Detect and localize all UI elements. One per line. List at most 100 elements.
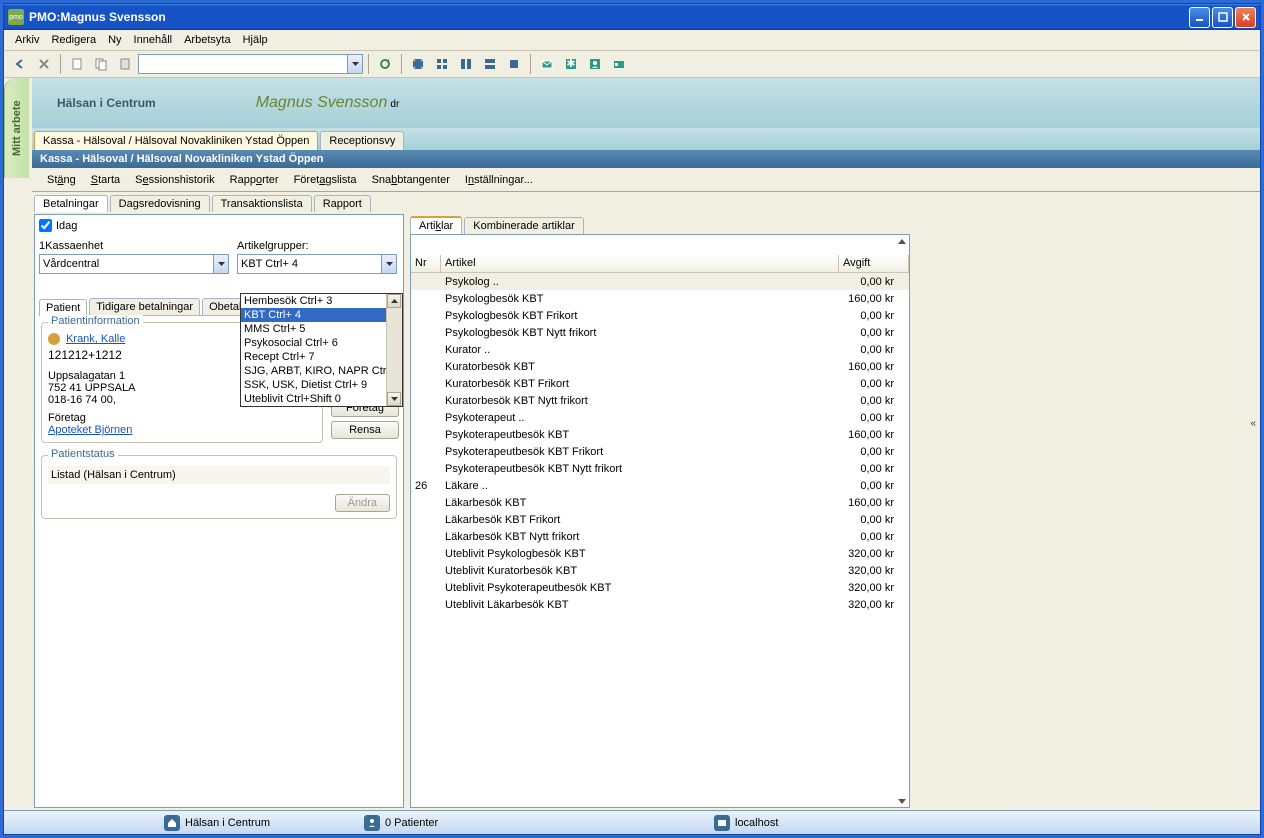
article-row[interactable]: Uteblivit Läkarbesök KBT320,00 kr [411,596,909,613]
artikelgrupper-label: Artikelgrupper: [237,240,397,252]
article-row[interactable]: Psykoterapeut ..0,00 kr [411,409,909,426]
rensa-button[interactable]: Rensa [331,421,399,439]
tb-doc3-icon[interactable] [114,53,136,75]
tb-person-icon[interactable] [584,53,606,75]
article-list: Nr Artikel Avgift Psykolog ..0,00 krPsyk… [410,234,910,808]
dropdown-option[interactable]: Hembesök Ctrl+ 3 [241,294,402,308]
menu-ny[interactable]: Ny [102,32,127,48]
tb-doc2-icon[interactable] [90,53,112,75]
article-tab-artiklar[interactable]: Artiklar [410,216,462,234]
article-tab-kombinerade[interactable]: Kombinerade artiklar [464,217,584,234]
andra-button[interactable]: Ändra [335,494,390,512]
article-row[interactable]: Kuratorbesök KBT Frikort0,00 kr [411,375,909,392]
dropdown-option[interactable]: SJG, ARBT, KIRO, NAPR Ctrl+ [241,364,402,378]
dropdown-option[interactable]: SSK, USK, Dietist Ctrl+ 9 [241,378,402,392]
action-foretagslista[interactable]: Företagslista [294,174,357,186]
tb-back-icon[interactable] [9,53,31,75]
article-row[interactable]: Psykoterapeutbesök KBT Frikort0,00 kr [411,443,909,460]
header-avgift[interactable]: Avgift [839,255,909,272]
article-row[interactable]: Psykologbesök KBT Frikort0,00 kr [411,307,909,324]
article-row[interactable]: Uteblivit Psykologbesök KBT320,00 kr [411,545,909,562]
idag-label: Idag [56,220,77,232]
artikelgrupper-select[interactable]: KBT Ctrl+ 4 [237,254,397,274]
scroll-up-icon[interactable] [387,294,401,308]
tb-columns-icon[interactable] [455,53,477,75]
tb-single-icon[interactable] [503,53,525,75]
kassaenhet-select[interactable]: Vårdcentral [39,254,229,274]
action-snabb[interactable]: Snabbtangenter [372,174,450,186]
scroll-down-icon[interactable] [387,392,401,406]
status-clinic: Hälsan i Centrum [185,817,270,829]
dropdown-option[interactable]: KBT Ctrl+ 4 [241,308,402,322]
status-patients: 0 Patienter [385,817,438,829]
tb-card-icon[interactable] [608,53,630,75]
dropdown-option[interactable]: Psykosocial Ctrl+ 6 [241,336,402,350]
maximize-button[interactable] [1212,7,1233,28]
tb-star-icon[interactable]: ✱ [560,53,582,75]
menu-hjalp[interactable]: Hjälp [237,32,274,48]
dropdown-option[interactable]: Recept Ctrl+ 7 [241,350,402,364]
article-row[interactable]: Psykolog ..0,00 kr [411,273,909,290]
scroll-up-icon[interactable] [897,239,907,244]
list-header: Nr Artikel Avgift [411,255,909,273]
collapse-arrow-icon[interactable]: « [1250,418,1256,429]
article-row[interactable]: Kuratorbesök KBT Nytt frikort0,00 kr [411,392,909,409]
tb-close-icon[interactable] [33,53,55,75]
window-title: PMO:Magnus Svensson [29,10,1189,24]
idag-checkbox[interactable] [39,219,52,232]
side-tab-mitt-arbete[interactable]: Mitt arbete [4,78,29,178]
header-nr[interactable]: Nr [411,255,441,272]
tb-mail-icon[interactable] [536,53,558,75]
article-row[interactable]: Psykoterapeutbesök KBT Nytt frikort0,00 … [411,460,909,477]
dropdown-option[interactable]: MMS Ctrl+ 5 [241,322,402,336]
company-link[interactable]: Apoteket Björnen [48,424,132,436]
patient-name-link[interactable]: Krank, Kalle [66,333,125,345]
left-panel: Idag 1Kassaenhet Vårdcentral Artikelgrup… [34,214,404,808]
article-row[interactable]: Läkarbesök KBT160,00 kr [411,494,909,511]
minimize-button[interactable] [1189,7,1210,28]
article-row[interactable]: Uteblivit Kuratorbesök KBT320,00 kr [411,562,909,579]
tb-doc1-icon[interactable] [66,53,88,75]
action-starta[interactable]: Starta [91,174,120,186]
action-installningar[interactable]: Inställningar... [465,174,533,186]
patient-tab-patient[interactable]: Patient [39,299,87,316]
toolbar-combo[interactable] [138,54,363,74]
article-row[interactable]: Kurator ..0,00 kr [411,341,909,358]
subtab-rapport[interactable]: Rapport [314,195,371,212]
action-session[interactable]: Sessionshistorik [135,174,215,186]
subtab-betalningar[interactable]: Betalningar [34,195,108,212]
doc-tab-reception[interactable]: Receptionsvy [320,131,404,150]
patientinfo-legend: Patientinformation [48,315,143,327]
close-button[interactable] [1235,7,1256,28]
article-row[interactable]: Psykologbesök KBT Nytt frikort0,00 kr [411,324,909,341]
action-rapporter[interactable]: Rapporter [230,174,279,186]
article-row[interactable]: Läkarbesök KBT Frikort0,00 kr [411,511,909,528]
header-clinic-name: Hälsan i Centrum [57,96,156,110]
doc-tab-kassa[interactable]: Kassa - Hälsoval / Hälsoval Novakliniken… [34,131,318,150]
article-row[interactable]: Läkarbesök KBT Nytt frikort0,00 kr [411,528,909,545]
tb-refresh-icon[interactable] [374,53,396,75]
article-row[interactable]: 26Läkare ..0,00 kr [411,477,909,494]
article-tabs: Artiklar Kombinerade artiklar [410,214,910,234]
dropdown-scrollbar[interactable] [386,294,402,406]
tb-rows-icon[interactable] [479,53,501,75]
dropdown-option[interactable]: Uteblivit Ctrl+Shift 0 [241,392,402,406]
menu-redigera[interactable]: Redigera [45,32,102,48]
tb-expand-icon[interactable] [407,53,429,75]
menu-arkiv[interactable]: Arkiv [9,32,45,48]
article-row[interactable]: Kuratorbesök KBT160,00 kr [411,358,909,375]
tb-grid-icon[interactable] [431,53,453,75]
header-artikel[interactable]: Artikel [441,255,839,272]
scroll-down-icon[interactable] [897,799,907,804]
article-row[interactable]: Uteblivit Psykoterapeutbesök KBT320,00 k… [411,579,909,596]
subtab-transaktionslista[interactable]: Transaktionslista [212,195,312,212]
article-row[interactable]: Psykologbesök KBT160,00 kr [411,290,909,307]
menu-innehall[interactable]: Innehåll [128,32,179,48]
subtab-dagsredovisning[interactable]: Dagsredovisning [110,195,210,212]
action-stang[interactable]: Stäng [47,174,76,186]
chevron-down-icon [213,255,228,273]
menu-arbetsyta[interactable]: Arbetsyta [178,32,236,48]
article-row[interactable]: Psykoterapeutbesök KBT160,00 kr [411,426,909,443]
right-panel: Artiklar Kombinerade artiklar Nr Artikel… [410,214,910,808]
patient-tab-tidigare[interactable]: Tidigare betalningar [89,298,200,315]
